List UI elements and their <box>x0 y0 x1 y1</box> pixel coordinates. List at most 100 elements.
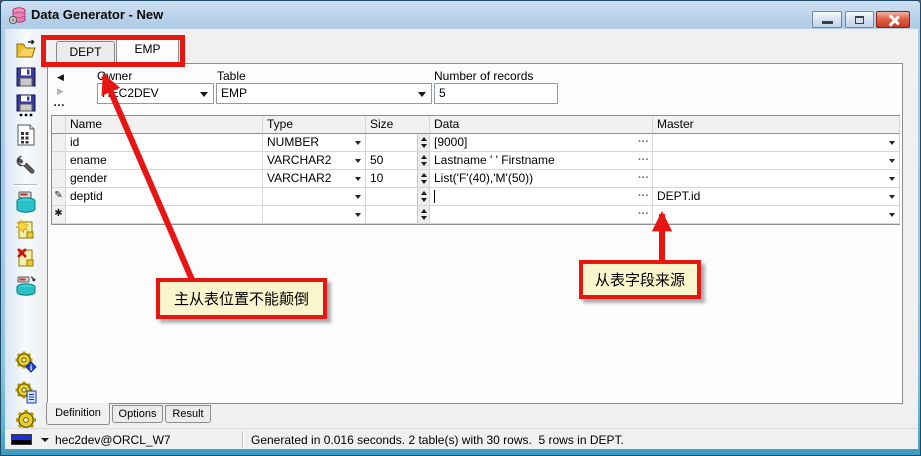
ellipsis-button[interactable] <box>638 206 649 223</box>
session-label: hec2dev@ORCL_W7 <box>55 433 171 447</box>
new-table-icon[interactable] <box>14 218 38 242</box>
owner-value: HEC2DEV <box>102 86 159 100</box>
row-marker <box>52 170 66 188</box>
chevron-down-icon[interactable] <box>889 213 895 217</box>
row-marker <box>52 152 66 170</box>
tab-definition[interactable]: Definition <box>46 403 110 425</box>
row-marker-new: ✱ <box>52 206 66 224</box>
wrench-icon[interactable] <box>14 153 38 177</box>
data-value: List('F'(40),'M'(50)) <box>434 171 533 185</box>
size-stepper[interactable] <box>417 170 429 187</box>
cell-type[interactable] <box>263 206 366 224</box>
report-icon[interactable] <box>14 123 38 147</box>
records-input[interactable]: 5 <box>434 83 558 104</box>
ellipsis-button[interactable] <box>638 152 649 169</box>
cell-type[interactable]: VARCHAR2 <box>263 152 366 170</box>
header-name[interactable]: Name <box>66 116 263 134</box>
type-value: VARCHAR2 <box>267 171 331 185</box>
gear-script-icon[interactable] <box>14 380 38 404</box>
text-caret <box>434 190 435 203</box>
size-stepper[interactable] <box>417 188 429 205</box>
tab-options[interactable]: Options <box>112 405 163 423</box>
records-label: Number of records <box>434 69 533 83</box>
open-icon[interactable] <box>14 37 38 61</box>
size-stepper[interactable] <box>417 134 429 151</box>
size-stepper[interactable] <box>417 152 429 169</box>
chevron-down-icon[interactable] <box>200 92 208 97</box>
cell-master[interactable] <box>653 152 900 170</box>
size-value: 50 <box>370 153 383 167</box>
header-data[interactable]: Data <box>430 116 653 134</box>
tab-emp[interactable]: EMP <box>116 36 179 64</box>
statusbar-divider <box>242 431 243 448</box>
table-combobox[interactable]: EMP <box>216 83 432 104</box>
prev-table-button[interactable]: ◀ <box>57 72 64 83</box>
chevron-down-icon[interactable] <box>355 141 361 145</box>
left-toolbar: i <box>5 29 42 449</box>
records-value: 5 <box>439 86 446 100</box>
close-button[interactable] <box>876 11 910 28</box>
cell-data[interactable]: [9000] <box>430 134 653 152</box>
chevron-down-icon[interactable] <box>418 92 426 97</box>
drop-table-icon[interactable] <box>14 246 38 270</box>
cell-data[interactable]: List('F'(40),'M'(50)) <box>430 170 653 188</box>
status-message: Generated in 0.016 seconds. 2 table(s) w… <box>251 433 624 447</box>
cell-type[interactable]: VARCHAR2 <box>263 170 366 188</box>
chevron-down-icon[interactable] <box>355 177 361 181</box>
tab-result[interactable]: Result <box>165 405 211 423</box>
gear-info-icon[interactable]: i <box>14 350 38 374</box>
cell-name[interactable]: deptid <box>66 188 263 206</box>
session-dropdown-icon[interactable] <box>41 438 49 442</box>
header-size[interactable]: Size <box>366 116 430 134</box>
cell-name[interactable]: id <box>66 134 263 152</box>
cell-size[interactable] <box>366 134 430 152</box>
callout-master-note: 从表字段来源 <box>579 260 701 299</box>
chevron-down-icon[interactable] <box>889 195 895 199</box>
save-icon[interactable] <box>14 65 38 89</box>
cell-data[interactable]: Lastname ' ' Firstname <box>430 152 653 170</box>
chevron-down-icon[interactable] <box>889 141 895 145</box>
cell-data[interactable] <box>430 206 653 224</box>
ellipsis-button[interactable] <box>638 134 649 151</box>
cell-data-editing[interactable] <box>430 188 653 206</box>
cell-name[interactable]: ename <box>66 152 263 170</box>
save-as-icon[interactable] <box>14 94 38 118</box>
cell-name[interactable]: gender <box>66 170 263 188</box>
cell-master[interactable] <box>653 206 900 224</box>
cell-size[interactable] <box>366 188 430 206</box>
cell-size[interactable] <box>366 206 430 224</box>
data-value: [9000] <box>434 135 467 149</box>
export-db-icon[interactable] <box>14 274 38 298</box>
minimize-button[interactable] <box>812 11 842 28</box>
cell-size[interactable]: 50 <box>366 152 430 170</box>
header-selector <box>52 116 66 134</box>
chevron-down-icon[interactable] <box>889 159 895 163</box>
cell-master[interactable] <box>653 170 900 188</box>
cell-name[interactable] <box>66 206 263 224</box>
size-stepper[interactable] <box>417 206 429 223</box>
ellipsis-button[interactable] <box>638 170 649 187</box>
status-bar: hec2dev@ORCL_W7 Generated in 0.016 secon… <box>5 428 918 449</box>
chevron-down-icon[interactable] <box>355 213 361 217</box>
maximize-button[interactable] <box>845 11 874 28</box>
header-type[interactable]: Type <box>263 116 366 134</box>
cell-master[interactable] <box>653 134 900 152</box>
window-title: Data Generator - New <box>31 7 163 22</box>
data-disks-icon[interactable] <box>14 190 38 214</box>
cell-type[interactable]: NUMBER <box>263 134 366 152</box>
table-row: ename VARCHAR2 50 Lastname ' ' Firstname <box>52 152 899 170</box>
cell-size[interactable]: 10 <box>366 170 430 188</box>
cell-type[interactable] <box>263 188 366 206</box>
owner-combobox[interactable]: HEC2DEV <box>97 83 214 104</box>
chevron-down-icon[interactable] <box>889 177 895 181</box>
header-master[interactable]: Master <box>653 116 900 134</box>
table-row-new: ✱ <box>52 206 899 224</box>
data-value: Lastname ' ' Firstname <box>434 153 555 167</box>
chevron-down-icon[interactable] <box>355 195 361 199</box>
cell-master[interactable]: DEPT.id <box>653 188 900 206</box>
tab-dept[interactable]: DEPT <box>56 41 115 63</box>
chevron-down-icon[interactable] <box>355 159 361 163</box>
more-button[interactable]: … <box>53 95 66 109</box>
ellipsis-button[interactable] <box>638 188 649 205</box>
table-row: gender VARCHAR2 10 List('F'(40),'M'(50)) <box>52 170 899 188</box>
